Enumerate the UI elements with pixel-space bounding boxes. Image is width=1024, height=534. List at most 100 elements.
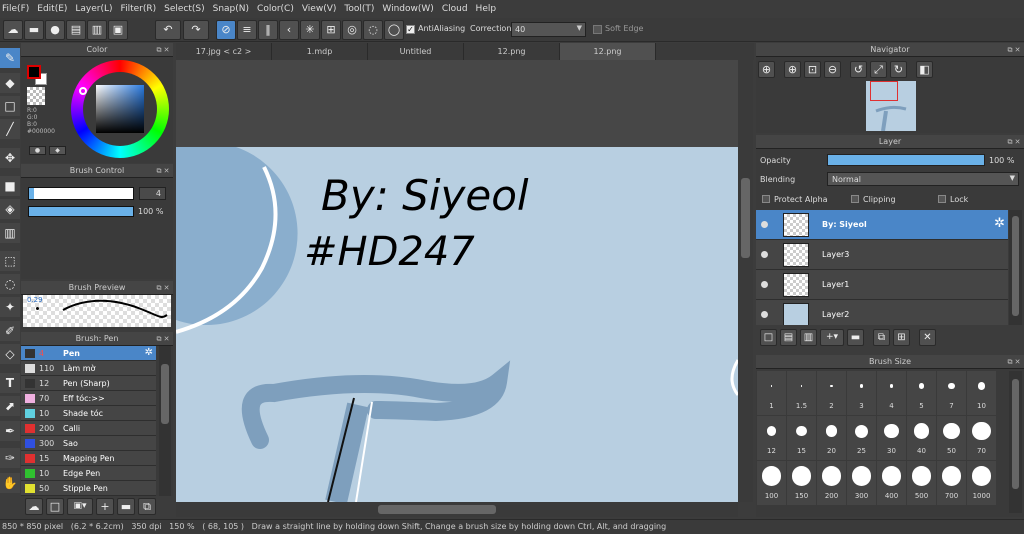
trash-icon[interactable]: ✕ bbox=[919, 329, 936, 346]
brush-size-cell[interactable]: 10 bbox=[967, 371, 996, 415]
hue-marker[interactable] bbox=[79, 87, 87, 95]
brush-list-scrollbar[interactable] bbox=[159, 346, 171, 496]
rect-select-icon[interactable]: □ bbox=[0, 96, 20, 116]
brush-size-cell[interactable]: 12 bbox=[757, 416, 786, 460]
opacity-slider[interactable] bbox=[28, 206, 134, 217]
brush-item[interactable]: 200 Calli bbox=[21, 421, 156, 436]
redo-icon[interactable]: ↷ bbox=[183, 20, 209, 40]
zoom-full-icon[interactable]: ⊡ bbox=[804, 61, 821, 78]
zoom-in-icon[interactable]: ⊕ bbox=[784, 61, 801, 78]
layer-opacity-slider[interactable] bbox=[827, 154, 985, 166]
gradient-tool-icon[interactable]: ▥ bbox=[0, 223, 20, 243]
new-brush-icon[interactable]: □ bbox=[46, 498, 64, 515]
ellipse-icon[interactable]: ◯ bbox=[384, 20, 404, 40]
fg-color-swatch[interactable] bbox=[27, 65, 41, 79]
brush-size-cell[interactable]: 3 bbox=[847, 371, 876, 415]
panel-options-icon[interactable]: ⧉ ✕ bbox=[156, 46, 170, 54]
layer-row[interactable]: By: Siyeol ✲ bbox=[756, 210, 1008, 240]
transparent-swatch[interactable] bbox=[27, 87, 45, 105]
canvas-v-scrollbar[interactable] bbox=[738, 60, 753, 502]
eraser-tool-icon[interactable]: ◆ bbox=[0, 73, 20, 93]
zoom-out-icon[interactable]: ⊖ bbox=[824, 61, 841, 78]
blending-select[interactable]: Normal ▼ bbox=[827, 172, 1019, 186]
color-mode-button[interactable]: ● bbox=[29, 146, 46, 155]
gear-icon[interactable]: ✲ bbox=[145, 347, 153, 358]
duplicate-brush-icon[interactable]: ⧉ bbox=[138, 498, 156, 515]
new-halftone-icon[interactable]: ▤ bbox=[780, 329, 797, 346]
brush-size-cell[interactable]: 300 bbox=[847, 461, 876, 505]
rotate-left-icon[interactable]: ↺ bbox=[850, 61, 867, 78]
comment-icon[interactable]: ▬ bbox=[24, 20, 44, 40]
speech-icon[interactable]: ● bbox=[45, 20, 65, 40]
flip-icon[interactable]: ◧ bbox=[916, 61, 933, 78]
lasso-tool-icon[interactable]: ◌ bbox=[0, 274, 20, 294]
brush-size-cell[interactable]: 20 bbox=[817, 416, 846, 460]
navigator-thumbnail[interactable] bbox=[866, 81, 916, 131]
eye-icon[interactable] bbox=[761, 221, 768, 228]
brush-size-cell[interactable]: 500 bbox=[907, 461, 936, 505]
document-tab[interactable]: 1.mdp bbox=[272, 43, 368, 60]
radial-snap-icon[interactable]: ✳ bbox=[300, 20, 320, 40]
gear-icon[interactable]: ✲ bbox=[994, 216, 1005, 231]
brush-size-cell[interactable]: 100 bbox=[757, 461, 786, 505]
menu-item[interactable]: Tool(T) bbox=[342, 0, 380, 18]
document-icon[interactable]: ▤ bbox=[66, 20, 86, 40]
eyedropper-icon[interactable]: ✒ bbox=[0, 421, 20, 441]
select-pen-icon[interactable]: ✐ bbox=[0, 321, 20, 341]
add-brush-icon[interactable]: + bbox=[96, 498, 114, 515]
clipping-checkbox[interactable] bbox=[851, 195, 859, 203]
select-tool-icon[interactable]: ⬚ bbox=[0, 251, 20, 271]
menu-item[interactable]: Help bbox=[474, 0, 503, 18]
brush-size-scrollbar[interactable] bbox=[1009, 371, 1022, 513]
brush-size-cell[interactable]: 700 bbox=[937, 461, 966, 505]
copy-brush-icon[interactable]: ▣▾ bbox=[67, 498, 93, 515]
vanish-snap-icon[interactable]: ‹ bbox=[279, 20, 299, 40]
document-tab[interactable]: 12.png bbox=[464, 43, 560, 60]
document-tab[interactable]: 17.jpg < c2 > bbox=[176, 43, 272, 60]
panel-options-icon[interactable]: ⧉ ✕ bbox=[1007, 138, 1021, 146]
new-layer-icon[interactable]: □ bbox=[760, 329, 777, 346]
panel-options-icon[interactable]: ⧉ ✕ bbox=[1007, 358, 1021, 366]
eye-icon[interactable] bbox=[761, 251, 768, 258]
export-icon[interactable]: ▣ bbox=[108, 20, 128, 40]
canvas-h-scrollbar[interactable] bbox=[176, 502, 738, 517]
brush-size-cell[interactable]: 15 bbox=[787, 416, 816, 460]
document-tab[interactable]: Untitled bbox=[368, 43, 464, 60]
dropper-icon[interactable]: ✑ bbox=[0, 448, 20, 468]
brush-size-cell[interactable]: 30 bbox=[877, 416, 906, 460]
parallel-snap-icon[interactable]: ≡ bbox=[237, 20, 257, 40]
size-slider[interactable] bbox=[28, 187, 134, 200]
add-layer-dropdown-icon[interactable]: +▾ bbox=[820, 329, 844, 346]
menu-item[interactable]: Window(W) bbox=[380, 0, 439, 18]
protect-alpha-checkbox[interactable] bbox=[762, 195, 770, 203]
brush-size-cell[interactable]: 2 bbox=[817, 371, 846, 415]
eye-icon[interactable] bbox=[761, 311, 768, 318]
brush-tool-icon[interactable]: ✎ bbox=[0, 48, 20, 68]
rotate-right-icon[interactable]: ↻ bbox=[890, 61, 907, 78]
brush-size-cell[interactable]: 1 bbox=[757, 371, 786, 415]
panel-options-icon[interactable]: ⧉ ✕ bbox=[156, 167, 170, 175]
brush-size-cell[interactable]: 400 bbox=[877, 461, 906, 505]
brush-size-cell[interactable]: 7 bbox=[937, 371, 966, 415]
brush-size-cell[interactable]: 70 bbox=[967, 416, 996, 460]
no-snap-icon[interactable]: ⊘ bbox=[216, 20, 236, 40]
concentric-icon[interactable]: ◎ bbox=[342, 20, 362, 40]
brush-item[interactable]: 110 Làm mờ bbox=[21, 361, 156, 376]
soft-edge-checkbox[interactable] bbox=[593, 25, 602, 34]
panel-options-icon[interactable]: ⧉ ✕ bbox=[1007, 46, 1021, 54]
magic-wand-icon[interactable]: ✦ bbox=[0, 297, 20, 317]
document-tab[interactable]: 12.png bbox=[560, 43, 656, 60]
brush-size-cell[interactable]: 25 bbox=[847, 416, 876, 460]
layer-scrollbar[interactable] bbox=[1009, 210, 1022, 325]
brush-item[interactable]: 10 Edge Pen bbox=[21, 466, 156, 481]
brush-size-cell[interactable]: 50 bbox=[937, 416, 966, 460]
brush-item[interactable]: 12 Pen (Sharp) bbox=[21, 376, 156, 391]
save-icon[interactable]: ▥ bbox=[87, 20, 107, 40]
duplicate-layer-icon[interactable]: ⧉ bbox=[873, 329, 890, 346]
canvas-artwork[interactable]: By: Siyeol #HD247 bbox=[176, 60, 738, 502]
brush-item[interactable]: 50 Stipple Pen bbox=[21, 481, 156, 496]
eye-icon[interactable] bbox=[761, 281, 768, 288]
bucket-tool-icon[interactable]: ◈ bbox=[0, 199, 20, 219]
operation-tool-icon[interactable]: ⬈ bbox=[0, 396, 20, 416]
menu-item[interactable]: Layer(L) bbox=[73, 0, 118, 18]
